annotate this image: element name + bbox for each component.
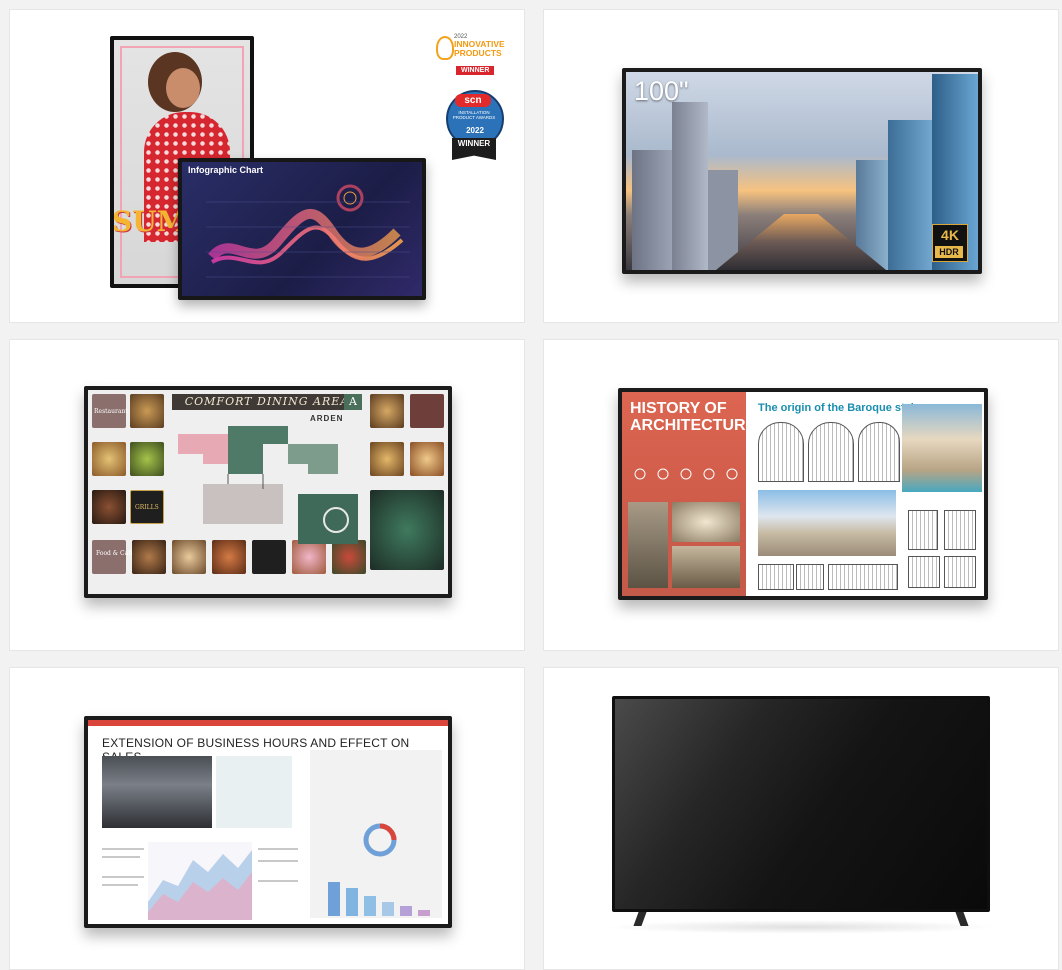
4k-label: 4K <box>941 227 959 243</box>
food-cafe-label: Food & Cafe <box>96 550 134 557</box>
gothic-window-sketch <box>758 422 804 482</box>
fitness-products-photo <box>216 756 292 828</box>
building-left-1 <box>632 150 672 270</box>
red-top-bar <box>88 720 448 726</box>
product-tile-portrait-and-chart[interactable]: SUM SA Infographic Chart 2022 INNOVATIVE… <box>9 9 525 323</box>
tv-floor-shadow <box>604 920 998 934</box>
product-tile-dining-signage[interactable]: COMFORT DINING AREA A ARDEN Restaurant G… <box>9 339 525 651</box>
capital-sketch <box>908 510 938 550</box>
scn-award-line: INSTALLATION PRODUCT AWARDS <box>452 110 496 120</box>
food-tile <box>132 540 166 574</box>
text-line <box>102 848 144 850</box>
product-tile-blank-tv[interactable] <box>543 667 1059 970</box>
bottom-bar-chart <box>328 882 430 916</box>
text-line <box>102 856 140 858</box>
dome-photo <box>672 502 740 542</box>
text-line <box>258 880 298 882</box>
scn-logo: scn <box>455 94 491 107</box>
fountain-photo <box>902 404 982 492</box>
text-line <box>102 876 144 878</box>
building-sketch <box>944 556 976 588</box>
scn-award-year: 2022 <box>466 126 484 135</box>
dining-banner: COMFORT DINING AREA <box>172 394 362 410</box>
ornament-sketch <box>796 564 824 590</box>
woman-head <box>166 68 200 108</box>
innovative-products-award: 2022 INNOVATIVE PRODUCTS WINNER <box>436 34 510 80</box>
product-tile-100-inch[interactable]: 100" 4K HDR <box>543 9 1059 323</box>
size-label: 100" <box>634 76 689 106</box>
scn-installation-award: scn INSTALLATION PRODUCT AWARDS 2022 WIN… <box>446 90 504 162</box>
building-left-3 <box>708 170 738 270</box>
area-chart <box>148 842 252 920</box>
food-tile <box>92 442 126 476</box>
palace-photo <box>758 490 896 556</box>
food-tile <box>130 394 164 428</box>
restaurant-label: Restaurant <box>94 408 128 415</box>
award-winner-badge: WINNER <box>456 66 495 75</box>
product-tile-architecture-signage[interactable]: HISTORY OF ARCHITECTURE The origin of th… <box>543 339 1059 651</box>
food-tile <box>370 394 404 428</box>
timeline-row <box>630 456 740 486</box>
dining-map-display: COMFORT DINING AREA A ARDEN Restaurant G… <box>84 386 452 598</box>
tv-front-view <box>612 696 990 912</box>
gothic-arch-sketch <box>808 422 854 482</box>
food-tile <box>410 442 444 476</box>
architecture-subtitle: The origin of the Baroque style <box>758 402 920 414</box>
4k-hdr-badge: 4K HDR <box>932 224 968 262</box>
tv-black-screen <box>615 699 987 909</box>
cafe-poster <box>370 490 444 570</box>
building-left-2 <box>672 102 708 270</box>
donut-chart <box>363 823 397 857</box>
statue-photo <box>628 502 668 588</box>
architecture-left-panel: HISTORY OF ARCHITECTURE <box>622 392 756 596</box>
zone-marker: A <box>344 394 362 410</box>
ornament-sketch <box>758 564 794 590</box>
architecture-title: HISTORY OF ARCHITECTURE <box>630 400 757 434</box>
arches-photo <box>672 546 740 588</box>
architecture-display: HISTORY OF ARCHITECTURE The origin of th… <box>618 388 988 600</box>
building-right-2 <box>888 120 932 270</box>
wave-chart-graphic <box>206 184 410 278</box>
floor-plan-map <box>178 426 358 544</box>
grills-label: GRILLS <box>135 504 159 511</box>
text-line <box>102 884 138 886</box>
infographic-chart-display: Infographic Chart <box>178 158 426 300</box>
timeline-circles <box>634 468 738 480</box>
food-tile <box>92 540 126 574</box>
text-line <box>258 848 298 850</box>
hdr-label: HDR <box>935 246 963 258</box>
food-tile <box>410 394 444 428</box>
business-display: EXTENSION OF BUSINESS HOURS AND EFFECT O… <box>84 716 452 928</box>
store-photo <box>102 756 212 828</box>
city-display: 100" 4K HDR <box>622 68 982 274</box>
product-tile-business-signage[interactable]: EXTENSION OF BUSINESS HOURS AND EFFECT O… <box>9 667 525 970</box>
award-title: INNOVATIVE PRODUCTS <box>454 39 505 58</box>
food-tile <box>130 442 164 476</box>
food-tile <box>92 490 126 524</box>
lightbulb-icon <box>436 36 454 60</box>
colonnade-sketch <box>828 564 898 590</box>
food-tile <box>370 442 404 476</box>
building-sketch <box>908 556 940 588</box>
scn-winner-banner: WINNER <box>452 138 496 160</box>
text-line <box>258 860 298 862</box>
gothic-arch-sketch <box>858 422 900 482</box>
capital-sketch <box>944 510 976 550</box>
